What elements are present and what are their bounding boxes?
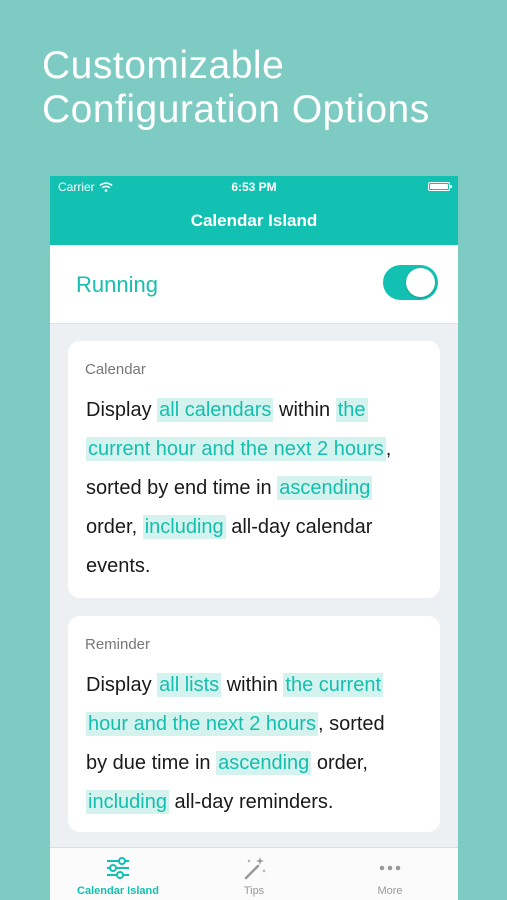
text-segment: within [273,399,336,421]
all-day-option[interactable]: including [142,515,226,539]
status-bar: Carrier 6:53 PM [50,176,458,198]
calendar-card[interactable]: Calendar Display all calendars within th… [68,341,440,598]
reminder-card-body: Display all lists within the current hou… [86,666,431,822]
promo-line-1: Customizable [42,44,285,87]
text-segment: within [221,674,284,696]
running-toggle[interactable] [383,265,438,300]
text-segment: Display [86,399,158,421]
calendar-line: order, including all-day calendar [86,508,431,547]
text-segment: events. [86,555,151,577]
text-segment: all-day calendar [225,516,373,538]
text-segment: sorted by end time in [86,477,278,499]
reminder-card[interactable]: Reminder Display all lists within the cu… [68,616,440,832]
toggle-knob [406,268,435,297]
reminder-line: Display all lists within the current [86,666,431,705]
calendar-line: current hour and the next 2 hours, [86,430,431,469]
reminder-line: hour and the next 2 hours, sorted [86,705,431,744]
tab-more[interactable]: More [322,848,458,900]
tab-calendar-island[interactable]: Calendar Island [50,848,186,900]
time-range-option[interactable]: hour and the next 2 hours [86,712,318,736]
text-segment: order, [86,516,143,538]
tab-bar: Calendar Island Tips More [50,847,458,900]
sliders-icon [107,857,129,879]
lists-option[interactable]: all lists [157,673,222,697]
promo-line-2: Configuration Options [42,88,430,131]
all-day-option[interactable]: including [86,790,169,814]
tab-label: More [377,885,403,897]
ellipsis-icon [379,865,401,871]
text-segment: , [385,438,392,460]
calendar-card-body: Display all calendars within the current… [86,391,431,586]
tab-label: Calendar Island [77,885,159,897]
text-segment: by due time in [86,752,217,774]
sort-order-option[interactable]: ascending [277,476,373,500]
calendar-line: sorted by end time in ascending [86,469,431,508]
text-segment: order, [311,752,368,774]
reminder-card-label: Reminder [85,636,151,653]
sort-order-option[interactable]: ascending [216,751,312,775]
text-segment: all-day reminders. [168,791,334,813]
reminder-line: by due time in ascending order, [86,744,431,783]
page-title: Calendar Island [190,211,318,230]
app-screen: Carrier 6:53 PM Calendar Island Running … [50,176,458,900]
nav-bar: Carrier 6:53 PM Calendar Island [50,176,458,245]
calendar-line: Display all calendars within the [86,391,431,430]
promo-headline: Customizable Configuration Options [42,44,492,132]
running-row: Running [50,245,458,324]
time-range-option[interactable]: the current [283,673,384,697]
tab-label: Tips [243,885,265,897]
reminder-line: including all-day reminders. [86,783,431,822]
status-time: 6:53 PM [231,180,277,194]
calendar-card-label: Calendar [85,361,146,378]
running-label: Running [76,272,158,297]
tab-tips[interactable]: Tips [186,848,322,900]
calendar-line: events. [86,547,431,586]
text-segment: , sorted [317,713,385,735]
text-segment: Display [86,674,158,696]
time-range-option[interactable]: the [335,398,368,422]
battery-icon [428,182,452,191]
magic-wand-icon [244,857,266,880]
calendars-option[interactable]: all calendars [157,398,274,422]
time-range-option[interactable]: current hour and the next 2 hours [86,437,386,461]
